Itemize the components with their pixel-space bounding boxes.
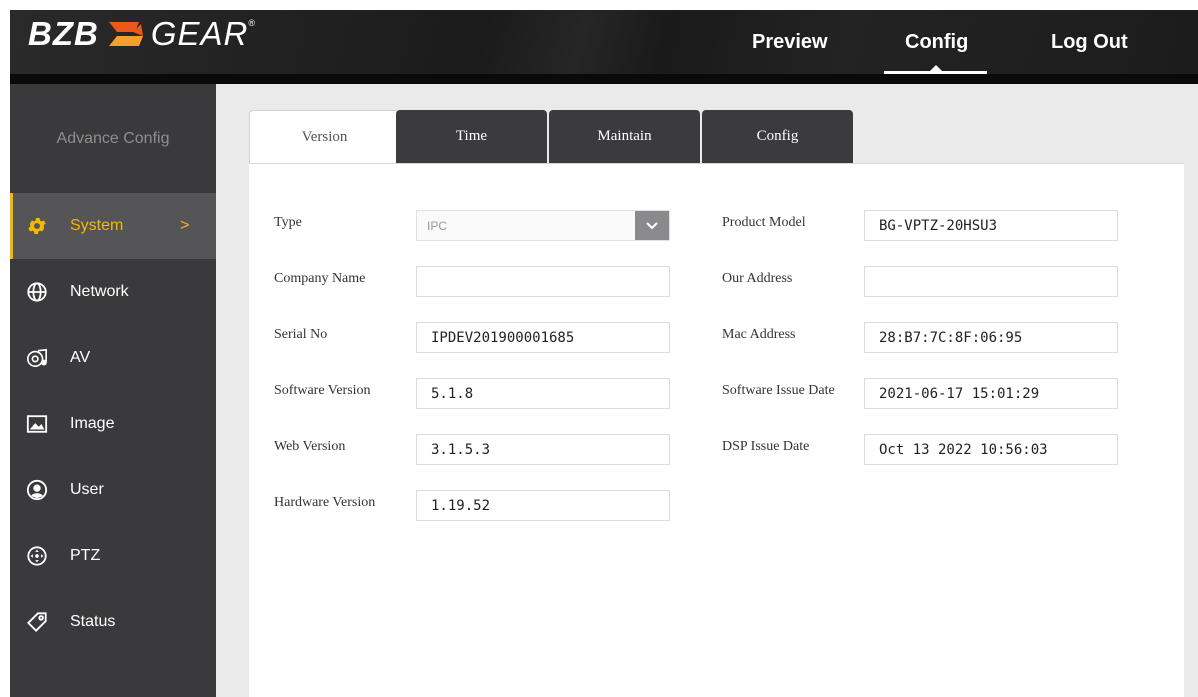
sidebar-item-status[interactable]: Status <box>10 589 216 655</box>
software-version-field[interactable]: 5.1.8 <box>416 378 670 409</box>
sidebar-item-label: Image <box>70 415 115 432</box>
nav-active-underline <box>884 71 987 74</box>
sidebar-item-label: Status <box>70 613 116 630</box>
serial-no-label: Serial No <box>274 327 328 342</box>
web-version-label: Web Version <box>274 439 346 454</box>
sidebar-item-image[interactable]: Image <box>10 391 216 457</box>
tab-time[interactable]: Time <box>396 110 547 163</box>
sidebar-item-system[interactable]: System > <box>10 193 216 259</box>
tag-icon <box>26 611 48 633</box>
sidebar-item-user[interactable]: User <box>10 457 216 523</box>
top-bar-stripe <box>10 74 1198 84</box>
type-select-value: IPC <box>427 218 448 233</box>
dsp-issue-date-label: DSP Issue Date <box>722 439 810 454</box>
tab-maintain[interactable]: Maintain <box>549 110 700 163</box>
sidebar-item-label: AV <box>70 349 91 366</box>
logo-mark-icon <box>108 22 143 46</box>
sidebar-item-label: Network <box>70 283 129 300</box>
product-model-label: Product Model <box>722 215 806 230</box>
company-name-field[interactable] <box>416 266 670 297</box>
main-content: Version Time Maintain Config Type IPC Co… <box>216 84 1198 697</box>
software-issue-date-field[interactable]: 2021-06-17 15:01:29 <box>864 378 1118 409</box>
mac-address-label: Mac Address <box>722 327 796 342</box>
product-model-field[interactable]: BG-VPTZ-20HSU3 <box>864 210 1118 241</box>
tab-config[interactable]: Config <box>702 110 853 163</box>
mac-address-field[interactable]: 28:B7:7C:8F:06:95 <box>864 322 1118 353</box>
sidebar-item-network[interactable]: Network <box>10 259 216 325</box>
image-icon <box>26 413 48 435</box>
globe-icon <box>26 281 48 303</box>
version-panel: Type IPC Company Name Serial No IPDEV201… <box>249 163 1184 697</box>
brand-logo: BZB GEAR ® <box>28 14 255 54</box>
nav-preview[interactable]: Preview <box>752 10 828 74</box>
type-select[interactable]: IPC <box>416 210 670 241</box>
nav-logout[interactable]: Log Out <box>1051 10 1128 74</box>
software-issue-date-label: Software Issue Date <box>722 383 835 398</box>
sidebar: Advance Config System > Network AV Image… <box>10 84 216 697</box>
hardware-version-field[interactable]: 1.19.52 <box>416 490 670 521</box>
panel-divider <box>249 163 1184 164</box>
tab-version[interactable]: Version <box>249 110 400 163</box>
sidebar-item-ptz[interactable]: PTZ <box>10 523 216 589</box>
sidebar-item-label: User <box>70 481 104 498</box>
software-version-label: Software Version <box>274 383 371 398</box>
hardware-version-label: Hardware Version <box>274 495 376 510</box>
sidebar-title: Advance Config <box>56 129 170 147</box>
web-version-field[interactable]: 3.1.5.3 <box>416 434 670 465</box>
our-address-field[interactable] <box>864 266 1118 297</box>
av-icon <box>26 347 48 369</box>
logo-registered-mark: ® <box>248 18 255 28</box>
sidebar-item-label: System <box>70 217 124 234</box>
user-icon <box>26 479 48 501</box>
chevron-down-icon[interactable] <box>635 211 669 240</box>
sidebar-item-av[interactable]: AV <box>10 325 216 391</box>
nav-active-caret-icon <box>930 65 942 71</box>
chevron-right-icon: > <box>180 217 190 234</box>
type-label: Type <box>274 215 302 230</box>
company-name-label: Company Name <box>274 271 366 286</box>
dsp-issue-date-field[interactable]: Oct 13 2022 10:56:03 <box>864 434 1118 465</box>
ptz-icon <box>26 545 48 567</box>
logo-text-right: GEAR <box>150 15 249 52</box>
sidebar-item-label: PTZ <box>70 547 101 564</box>
serial-no-field[interactable]: IPDEV201900001685 <box>416 322 670 353</box>
logo-text-left: BZB <box>28 15 99 52</box>
gear-icon <box>26 215 48 237</box>
top-header: BZB GEAR ® Preview Config Log Out <box>0 0 1198 84</box>
our-address-label: Our Address <box>722 271 793 286</box>
